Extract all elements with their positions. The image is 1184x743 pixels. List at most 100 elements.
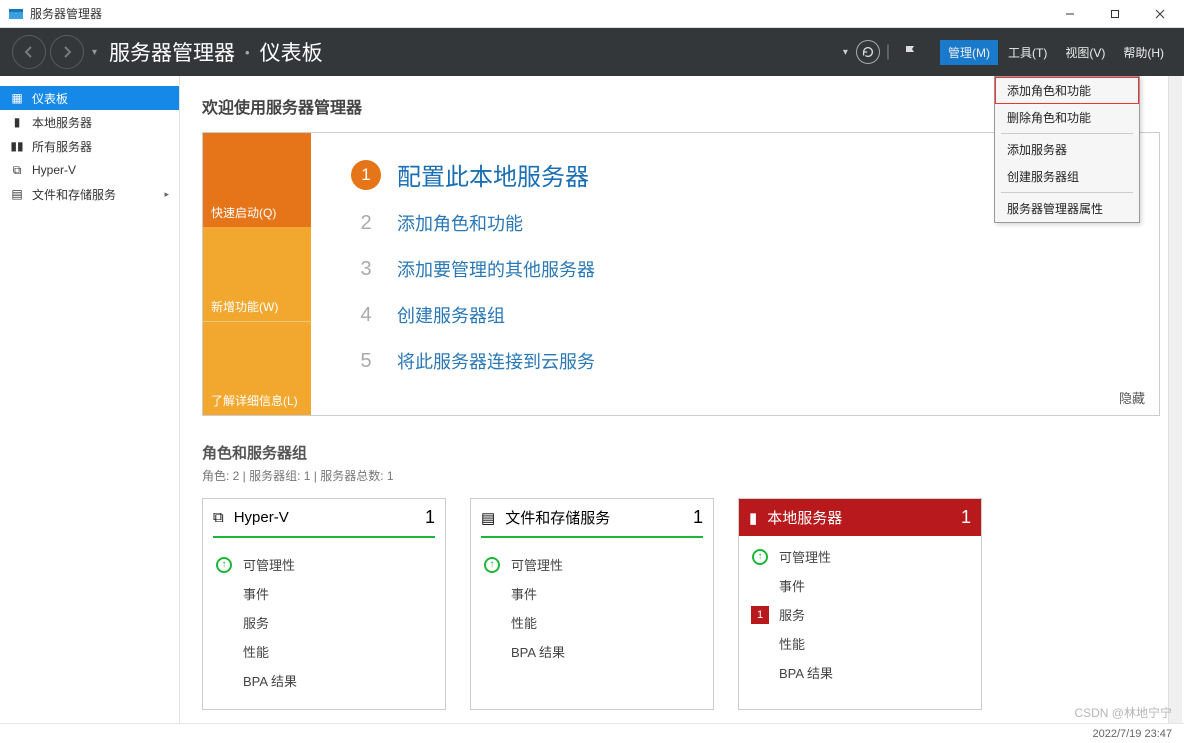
storage-icon: ▤ bbox=[10, 187, 24, 201]
alert-badge: 1 bbox=[751, 606, 769, 624]
step-number: 1 bbox=[351, 160, 381, 190]
nav-forward-button[interactable] bbox=[50, 35, 84, 69]
app-header: ▾ 服务器管理器 • 仪表板 ▾ | 管理(M) 工具(T) 视图(V) 帮助(… bbox=[0, 28, 1184, 76]
crumb-dropdown-icon[interactable]: ▾ bbox=[843, 47, 848, 58]
tab-whatsnew[interactable]: 新增功能(W) bbox=[203, 227, 311, 321]
refresh-icon[interactable] bbox=[856, 40, 880, 64]
step-label: 将此服务器连接到云服务 bbox=[397, 348, 595, 374]
crumb-separator-icon: • bbox=[245, 45, 250, 60]
tile-row-performance[interactable]: 性能 bbox=[751, 629, 969, 658]
welcome-side-tabs: 快速启动(Q) 新增功能(W) 了解详细信息(L) bbox=[203, 133, 311, 415]
tile-header: ▤ 文件和存储服务 1 bbox=[471, 499, 713, 536]
tile-row-events[interactable]: 事件 bbox=[483, 579, 701, 608]
tile-row-performance[interactable]: 性能 bbox=[215, 637, 433, 666]
tile-row-bpa[interactable]: BPA 结果 bbox=[751, 658, 969, 687]
tile-row-services[interactable]: 服务 bbox=[215, 608, 433, 637]
breadcrumb: 服务器管理器 • 仪表板 bbox=[109, 37, 323, 67]
tile-name: 文件和存储服务 bbox=[505, 507, 610, 528]
window-titlebar: 服务器管理器 bbox=[0, 0, 1184, 28]
ok-arrow-icon: ↑ bbox=[216, 557, 232, 573]
vertical-scrollbar[interactable] bbox=[1168, 76, 1182, 723]
tile-row-events[interactable]: 事件 bbox=[215, 579, 433, 608]
crumb-page[interactable]: 仪表板 bbox=[260, 37, 323, 67]
tile-storage[interactable]: ▤ 文件和存储服务 1 ↑可管理性 事件 性能 BPA 结果 bbox=[470, 498, 714, 710]
dashboard-icon: ▦ bbox=[10, 91, 24, 105]
tile-status-bar bbox=[481, 536, 703, 538]
tile-local-server[interactable]: ▮ 本地服务器 1 ↑可管理性 事件 1服务 性能 BPA 结果 bbox=[738, 498, 982, 710]
dd-properties[interactable]: 服务器管理器属性 bbox=[995, 195, 1139, 222]
sidebar: ▦ 仪表板 ▮ 本地服务器 ▮▮ 所有服务器 ⧉ Hyper-V ▤ 文件和存储… bbox=[0, 76, 180, 723]
hyperv-icon: ⧉ bbox=[213, 509, 224, 526]
tile-row-manageability[interactable]: ↑可管理性 bbox=[215, 550, 433, 579]
dd-create-group[interactable]: 创建服务器组 bbox=[995, 163, 1139, 190]
dd-add-roles[interactable]: 添加角色和功能 bbox=[995, 77, 1139, 104]
menu-help[interactable]: 帮助(H) bbox=[1115, 40, 1172, 65]
tile-status-bar bbox=[213, 536, 435, 538]
minimize-button[interactable] bbox=[1047, 0, 1092, 28]
tile-header: ⧉ Hyper-V 1 bbox=[203, 499, 445, 536]
statusbar: 2022/7/19 23:47 bbox=[0, 723, 1184, 743]
tile-name: 本地服务器 bbox=[767, 507, 842, 528]
sidebar-item-label: 所有服务器 bbox=[32, 138, 92, 155]
dd-remove-roles[interactable]: 删除角色和功能 bbox=[995, 104, 1139, 131]
tile-count: 1 bbox=[425, 507, 435, 528]
step-create-group[interactable]: 4 创建服务器组 bbox=[351, 300, 1129, 330]
step-label: 添加角色和功能 bbox=[397, 210, 523, 236]
tab-quickstart[interactable]: 快速启动(Q) bbox=[203, 133, 311, 227]
close-button[interactable] bbox=[1137, 0, 1182, 28]
app-icon bbox=[8, 6, 24, 22]
step-add-servers[interactable]: 3 添加要管理的其他服务器 bbox=[351, 254, 1129, 284]
step-label: 配置此本地服务器 bbox=[397, 157, 589, 192]
dd-separator bbox=[1001, 192, 1133, 193]
storage-icon: ▤ bbox=[481, 509, 495, 527]
tile-row-bpa[interactable]: BPA 结果 bbox=[215, 666, 433, 695]
maximize-button[interactable] bbox=[1092, 0, 1137, 28]
manage-dropdown: 添加角色和功能 删除角色和功能 添加服务器 创建服务器组 服务器管理器属性 bbox=[994, 76, 1140, 223]
tab-learnmore[interactable]: 了解详细信息(L) bbox=[203, 321, 311, 415]
chevron-right-icon: ▸ bbox=[164, 189, 169, 200]
tile-row-manageability[interactable]: ↑可管理性 bbox=[751, 542, 969, 571]
menu-view[interactable]: 视图(V) bbox=[1057, 40, 1113, 65]
menu-manage[interactable]: 管理(M) bbox=[940, 40, 998, 65]
sidebar-item-hyperv[interactable]: ⧉ Hyper-V bbox=[0, 158, 179, 182]
nav-dropdown-icon[interactable]: ▾ bbox=[92, 47, 97, 58]
tile-row-events[interactable]: 事件 bbox=[751, 571, 969, 600]
tiles-row: ⧉ Hyper-V 1 ↑可管理性 事件 服务 性能 BPA 结果 ▤ 文件和存… bbox=[202, 498, 1160, 710]
tile-name: Hyper-V bbox=[234, 509, 289, 526]
tile-row-manageability[interactable]: ↑可管理性 bbox=[483, 550, 701, 579]
step-label: 创建服务器组 bbox=[397, 302, 505, 328]
step-number: 4 bbox=[351, 300, 381, 330]
step-label: 添加要管理的其他服务器 bbox=[397, 256, 595, 282]
hide-link[interactable]: 隐藏 bbox=[1119, 388, 1145, 407]
roles-subtitle: 角色: 2 | 服务器组: 1 | 服务器总数: 1 bbox=[202, 467, 1160, 484]
step-number: 2 bbox=[351, 208, 381, 238]
sidebar-item-label: 文件和存储服务 bbox=[32, 186, 116, 203]
tile-count: 1 bbox=[961, 507, 971, 528]
step-number: 5 bbox=[351, 346, 381, 376]
tile-header: ▮ 本地服务器 1 bbox=[739, 499, 981, 536]
tile-row-performance[interactable]: 性能 bbox=[483, 608, 701, 637]
sidebar-item-label: 本地服务器 bbox=[32, 114, 92, 131]
flag-icon[interactable] bbox=[896, 38, 924, 66]
dd-add-server[interactable]: 添加服务器 bbox=[995, 136, 1139, 163]
step-number: 3 bbox=[351, 254, 381, 284]
crumb-root[interactable]: 服务器管理器 bbox=[109, 37, 235, 67]
tile-hyperv[interactable]: ⧉ Hyper-V 1 ↑可管理性 事件 服务 性能 BPA 结果 bbox=[202, 498, 446, 710]
menu-tools[interactable]: 工具(T) bbox=[1000, 40, 1055, 65]
sidebar-item-local-server[interactable]: ▮ 本地服务器 bbox=[0, 110, 179, 134]
dd-separator bbox=[1001, 133, 1133, 134]
sidebar-item-dashboard[interactable]: ▦ 仪表板 bbox=[0, 86, 179, 110]
sidebar-item-label: 仪表板 bbox=[32, 90, 68, 107]
tile-count: 1 bbox=[693, 507, 703, 528]
tile-row-services[interactable]: 1服务 bbox=[751, 600, 969, 629]
sidebar-item-all-servers[interactable]: ▮▮ 所有服务器 bbox=[0, 134, 179, 158]
sidebar-item-storage[interactable]: ▤ 文件和存储服务 ▸ bbox=[0, 182, 179, 206]
window-title: 服务器管理器 bbox=[30, 5, 1047, 22]
ok-arrow-icon: ↑ bbox=[484, 557, 500, 573]
tile-row-bpa[interactable]: BPA 结果 bbox=[483, 637, 701, 666]
nav-back-button[interactable] bbox=[12, 35, 46, 69]
step-connect-cloud[interactable]: 5 将此服务器连接到云服务 bbox=[351, 346, 1129, 376]
servers-icon: ▮▮ bbox=[10, 139, 24, 153]
sidebar-item-label: Hyper-V bbox=[32, 163, 76, 177]
status-datetime: 2022/7/19 23:47 bbox=[1092, 728, 1172, 740]
